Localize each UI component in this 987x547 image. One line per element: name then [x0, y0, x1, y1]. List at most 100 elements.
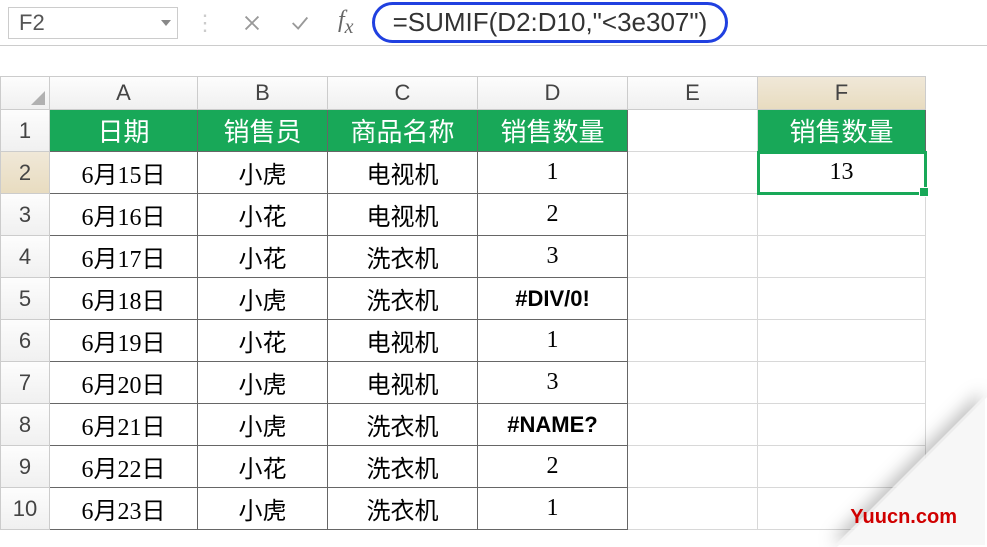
cell-D6[interactable]: 1 [478, 320, 628, 362]
cell-D2[interactable]: 1 [478, 152, 628, 194]
col-header-B[interactable]: B [198, 76, 328, 110]
cell-A7[interactable]: 6月20日 [50, 362, 198, 404]
cell-B7[interactable]: 小虎 [198, 362, 328, 404]
cell-B2[interactable]: 小虎 [198, 152, 328, 194]
cell-D9[interactable]: 2 [478, 446, 628, 488]
cell-E5[interactable] [628, 278, 758, 320]
cell-C4[interactable]: 洗衣机 [328, 236, 478, 278]
cell-D10[interactable]: 1 [478, 488, 628, 530]
row-10: 10 6月23日 小虎 洗衣机 1 [0, 488, 987, 530]
row-header-4[interactable]: 4 [0, 236, 50, 278]
formula-input[interactable]: =SUMIF(D2:D10,"<3e307") [372, 2, 729, 43]
cell-B9[interactable]: 小花 [198, 446, 328, 488]
col-header-C[interactable]: C [328, 76, 478, 110]
cell-C9[interactable]: 洗衣机 [328, 446, 478, 488]
cell-C6[interactable]: 电视机 [328, 320, 478, 362]
cell-F7[interactable] [758, 362, 926, 404]
cell-C8[interactable]: 洗衣机 [328, 404, 478, 446]
cell-B4[interactable]: 小花 [198, 236, 328, 278]
row-1: 1 日期 销售员 商品名称 销售数量 销售数量 [0, 110, 987, 152]
cell-B10[interactable]: 小虎 [198, 488, 328, 530]
cell-F9[interactable] [758, 446, 926, 488]
formula-text: =SUMIF(D2:D10,"<3e307") [393, 7, 708, 37]
cell-B3[interactable]: 小花 [198, 194, 328, 236]
cancel-button[interactable] [232, 7, 272, 39]
cell-E7[interactable] [628, 362, 758, 404]
grid-rows: 1 日期 销售员 商品名称 销售数量 销售数量 2 6月15日 小虎 电视机 1… [0, 110, 987, 530]
cell-A1[interactable]: 日期 [50, 110, 198, 152]
row-8: 8 6月21日 小虎 洗衣机 #NAME? [0, 404, 987, 446]
cell-B8[interactable]: 小虎 [198, 404, 328, 446]
cell-C7[interactable]: 电视机 [328, 362, 478, 404]
col-header-F[interactable]: F [758, 76, 926, 110]
row-4: 4 6月17日 小花 洗衣机 3 [0, 236, 987, 278]
cell-C3[interactable]: 电视机 [328, 194, 478, 236]
cell-C10[interactable]: 洗衣机 [328, 488, 478, 530]
row-header-6[interactable]: 6 [0, 320, 50, 362]
cell-A8[interactable]: 6月21日 [50, 404, 198, 446]
name-box[interactable]: F2 [8, 7, 178, 39]
cell-B1[interactable]: 销售员 [198, 110, 328, 152]
row-header-10[interactable]: 10 [0, 488, 50, 530]
row-9: 9 6月22日 小花 洗衣机 2 [0, 446, 987, 488]
select-all-corner[interactable] [0, 76, 50, 110]
row-header-9[interactable]: 9 [0, 446, 50, 488]
col-header-E[interactable]: E [628, 76, 758, 110]
cell-A10[interactable]: 6月23日 [50, 488, 198, 530]
row-header-7[interactable]: 7 [0, 362, 50, 404]
cell-F1[interactable]: 销售数量 [758, 110, 926, 152]
cell-E4[interactable] [628, 236, 758, 278]
confirm-button[interactable] [280, 7, 320, 39]
cell-E10[interactable] [628, 488, 758, 530]
cell-F3[interactable] [758, 194, 926, 236]
cell-A6[interactable]: 6月19日 [50, 320, 198, 362]
fx-icon[interactable]: fx [328, 7, 364, 39]
cell-E1[interactable] [628, 110, 758, 152]
row-header-2[interactable]: 2 [0, 152, 50, 194]
cell-E2[interactable] [628, 152, 758, 194]
cell-B5[interactable]: 小虎 [198, 278, 328, 320]
cell-E3[interactable] [628, 194, 758, 236]
cell-F5[interactable] [758, 278, 926, 320]
cell-A3[interactable]: 6月16日 [50, 194, 198, 236]
row-header-1[interactable]: 1 [0, 110, 50, 152]
x-icon [241, 12, 263, 34]
row-6: 6 6月19日 小花 电视机 1 [0, 320, 987, 362]
row-header-3[interactable]: 3 [0, 194, 50, 236]
cell-E8[interactable] [628, 404, 758, 446]
cell-E6[interactable] [628, 320, 758, 362]
formula-bar: F2 ⋮ fx =SUMIF(D2:D10,"<3e307") [0, 0, 987, 46]
cell-F2[interactable]: 13 [758, 152, 926, 194]
col-header-A[interactable]: A [50, 76, 198, 110]
name-box-value: F2 [19, 10, 45, 36]
row-2: 2 6月15日 小虎 电视机 1 13 [0, 152, 987, 194]
column-headers: A B C D E F [0, 76, 987, 110]
cell-F6[interactable] [758, 320, 926, 362]
row-5: 5 6月18日 小虎 洗衣机 #DIV/0! [0, 278, 987, 320]
row-header-5[interactable]: 5 [0, 278, 50, 320]
cell-A4[interactable]: 6月17日 [50, 236, 198, 278]
cell-D1[interactable]: 销售数量 [478, 110, 628, 152]
cell-C5[interactable]: 洗衣机 [328, 278, 478, 320]
cell-A9[interactable]: 6月22日 [50, 446, 198, 488]
cell-E9[interactable] [628, 446, 758, 488]
cell-A5[interactable]: 6月18日 [50, 278, 198, 320]
dropdown-icon[interactable] [161, 20, 171, 26]
cell-D3[interactable]: 2 [478, 194, 628, 236]
cell-D5[interactable]: #DIV/0! [478, 278, 628, 320]
cell-F8[interactable] [758, 404, 926, 446]
row-header-8[interactable]: 8 [0, 404, 50, 446]
cell-C2[interactable]: 电视机 [328, 152, 478, 194]
col-header-D[interactable]: D [478, 76, 628, 110]
check-icon [289, 12, 311, 34]
cell-C1[interactable]: 商品名称 [328, 110, 478, 152]
cell-D8[interactable]: #NAME? [478, 404, 628, 446]
row-7: 7 6月20日 小虎 电视机 3 [0, 362, 987, 404]
cell-A2[interactable]: 6月15日 [50, 152, 198, 194]
cell-D4[interactable]: 3 [478, 236, 628, 278]
watermark: Yuucn.com [850, 506, 957, 529]
cell-F4[interactable] [758, 236, 926, 278]
spreadsheet-grid: A B C D E F 1 日期 销售员 商品名称 销售数量 销售数量 2 6月… [0, 76, 987, 530]
cell-D7[interactable]: 3 [478, 362, 628, 404]
cell-B6[interactable]: 小花 [198, 320, 328, 362]
